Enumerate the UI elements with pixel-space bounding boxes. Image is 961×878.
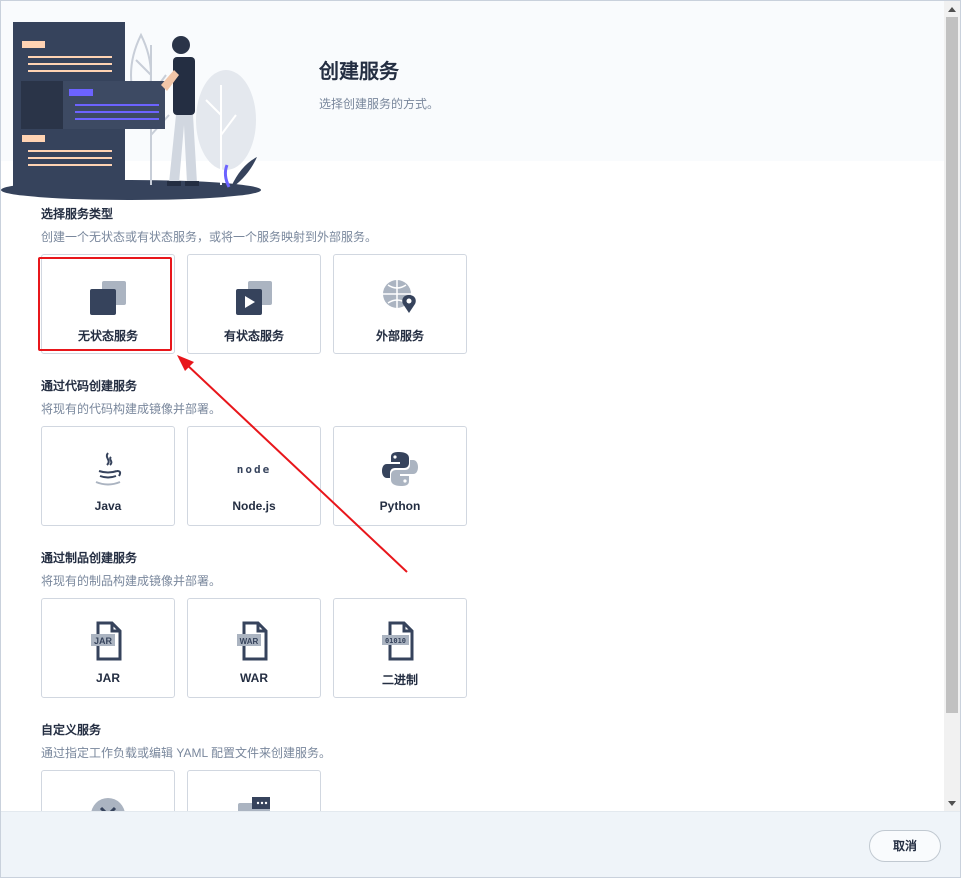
jar-file-icon: JAR bbox=[88, 621, 128, 661]
scroll-down-arrow-icon[interactable] bbox=[948, 801, 956, 806]
nodejs-icon: node bbox=[224, 449, 284, 489]
section-description: 创建一个无状态或有状态服务，或将一个服务映射到外部服务。 bbox=[41, 230, 378, 244]
stateless-service-icon bbox=[88, 277, 128, 317]
binary-file-icon: 01010 bbox=[380, 621, 420, 661]
yaml-editor-card[interactable] bbox=[187, 770, 321, 811]
custom-cards bbox=[41, 770, 321, 811]
section-title: 自定义服务 bbox=[41, 723, 102, 737]
service-type-cards: 无状态服务 有状态服务 外部服务 bbox=[41, 254, 467, 354]
service-type-section: 选择服务类型 创建一个无状态或有状态服务，或将一个服务映射到外部服务。 bbox=[41, 205, 377, 245]
workload-icon bbox=[88, 793, 128, 811]
nodejs-card[interactable]: node Node.js bbox=[187, 426, 321, 526]
page-title: 创建服务 bbox=[319, 61, 399, 83]
section-title: 通过代码创建服务 bbox=[41, 379, 138, 393]
section-description: 将现有的制品构建成镜像并部署。 bbox=[41, 574, 222, 588]
card-label: Node.js bbox=[232, 499, 276, 513]
python-card[interactable]: Python bbox=[333, 426, 467, 526]
nodejs-logo-text: node bbox=[236, 462, 272, 476]
header-illustration bbox=[1, 22, 261, 200]
section-title: 选择服务类型 bbox=[41, 207, 114, 221]
section-description: 通过指定工作负载或编辑 YAML 配置文件来创建服务。 bbox=[41, 746, 332, 760]
cancel-button[interactable]: 取消 bbox=[869, 830, 941, 862]
workload-card[interactable] bbox=[41, 770, 175, 811]
external-service-card[interactable]: 外部服务 bbox=[333, 254, 467, 354]
jar-icon-text: JAR bbox=[94, 636, 113, 646]
artifact-section: 通过制品创建服务 将现有的制品构建成镜像并部署。 bbox=[41, 549, 221, 589]
java-card[interactable]: Java bbox=[41, 426, 175, 526]
card-label: 外部服务 bbox=[375, 329, 424, 343]
custom-section: 自定义服务 通过指定工作负载或编辑 YAML 配置文件来创建服务。 bbox=[41, 721, 331, 761]
war-card[interactable]: WAR WAR bbox=[187, 598, 321, 698]
jar-card[interactable]: JAR JAR bbox=[41, 598, 175, 698]
code-section: 通过代码创建服务 将现有的代码构建成镜像并部署。 bbox=[41, 377, 221, 417]
stateful-service-icon bbox=[234, 277, 274, 317]
python-icon bbox=[380, 449, 420, 489]
code-cards: Java node Node.js Python bbox=[41, 426, 467, 526]
card-label: Python bbox=[379, 499, 421, 513]
section-title: 通过制品创建服务 bbox=[41, 551, 138, 565]
binary-card[interactable]: 01010 二进制 bbox=[333, 598, 467, 698]
artifact-cards: JAR JAR WAR WAR 01010 二进制 bbox=[41, 598, 467, 698]
scroll-up-arrow-icon[interactable] bbox=[948, 7, 956, 12]
card-label: 无状态服务 bbox=[77, 329, 138, 343]
card-label: Java bbox=[94, 499, 122, 513]
stateful-service-card[interactable]: 有状态服务 bbox=[187, 254, 321, 354]
java-icon bbox=[88, 449, 128, 489]
yaml-editor-icon bbox=[234, 793, 274, 811]
dialog-footer: 取消 bbox=[1, 811, 960, 877]
war-file-icon: WAR bbox=[234, 621, 274, 661]
create-service-dialog: 创建服务 选择创建服务的方式。 选择服务类型 创建一个无状态或有状态服务，或将一… bbox=[0, 0, 961, 878]
card-label: WAR bbox=[240, 671, 268, 685]
card-label: 有状态服务 bbox=[223, 329, 284, 343]
page-description: 选择创建服务的方式。 bbox=[319, 97, 440, 111]
external-service-icon bbox=[380, 277, 420, 317]
card-label: JAR bbox=[95, 671, 120, 685]
stateless-service-card[interactable]: 无状态服务 bbox=[41, 254, 175, 354]
scrollbar-thumb[interactable] bbox=[946, 17, 958, 713]
card-label: 二进制 bbox=[381, 673, 418, 687]
dialog-body[interactable]: 创建服务 选择创建服务的方式。 选择服务类型 创建一个无状态或有状态服务，或将一… bbox=[1, 1, 944, 811]
binary-icon-text: 01010 bbox=[385, 637, 406, 645]
section-description: 将现有的代码构建成镜像并部署。 bbox=[41, 402, 222, 416]
war-icon-text: WAR bbox=[240, 637, 259, 646]
